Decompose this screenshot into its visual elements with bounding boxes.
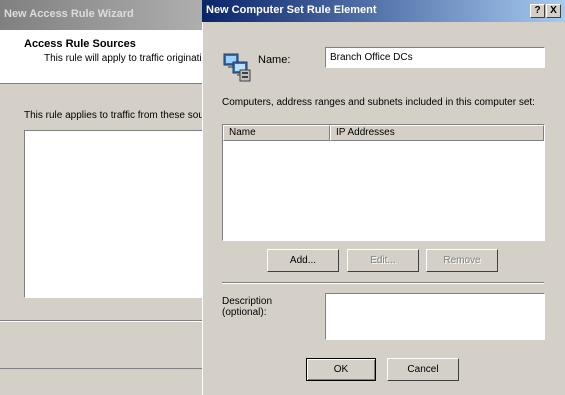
column-header-ip-addresses[interactable]: IP Addresses xyxy=(330,125,544,141)
computer-set-icon xyxy=(222,50,252,82)
wizard-heading: Access Rule Sources xyxy=(24,38,136,50)
help-button[interactable]: ? xyxy=(530,4,545,18)
computers-list-view[interactable]: Name IP Addresses xyxy=(222,124,545,241)
wizard-subtitle: This rule will apply to traffic originat… xyxy=(44,53,202,64)
add-button[interactable]: Add... xyxy=(267,249,339,272)
description-field[interactable] xyxy=(325,293,545,340)
description-label: Description (optional): xyxy=(222,296,272,318)
cancel-button[interactable]: Cancel xyxy=(387,358,459,381)
close-button[interactable]: X xyxy=(546,4,561,18)
name-label: Name: xyxy=(258,54,291,66)
list-caption: Computers, address ranges and subnets in… xyxy=(222,97,535,108)
wizard-applies-text: This rule applies to traffic from these … xyxy=(24,110,204,121)
description-label-line1: Description xyxy=(222,296,273,307)
wizard-separator xyxy=(0,320,230,322)
wizard-bottom-line xyxy=(0,368,230,369)
name-field[interactable] xyxy=(325,47,545,68)
wizard-title-bar: New Access Rule Wizard xyxy=(0,0,230,30)
remove-button[interactable]: Remove xyxy=(426,249,498,272)
edit-button[interactable]: Edit... xyxy=(347,249,419,272)
ok-button[interactable]: OK xyxy=(306,358,376,381)
dialog-separator xyxy=(222,282,544,284)
description-label-line2: (optional): xyxy=(222,307,267,318)
column-header-name[interactable]: Name xyxy=(223,125,330,141)
dialog-title: New Computer Set Rule Element xyxy=(206,4,377,16)
wizard-source-list[interactable] xyxy=(24,130,224,298)
